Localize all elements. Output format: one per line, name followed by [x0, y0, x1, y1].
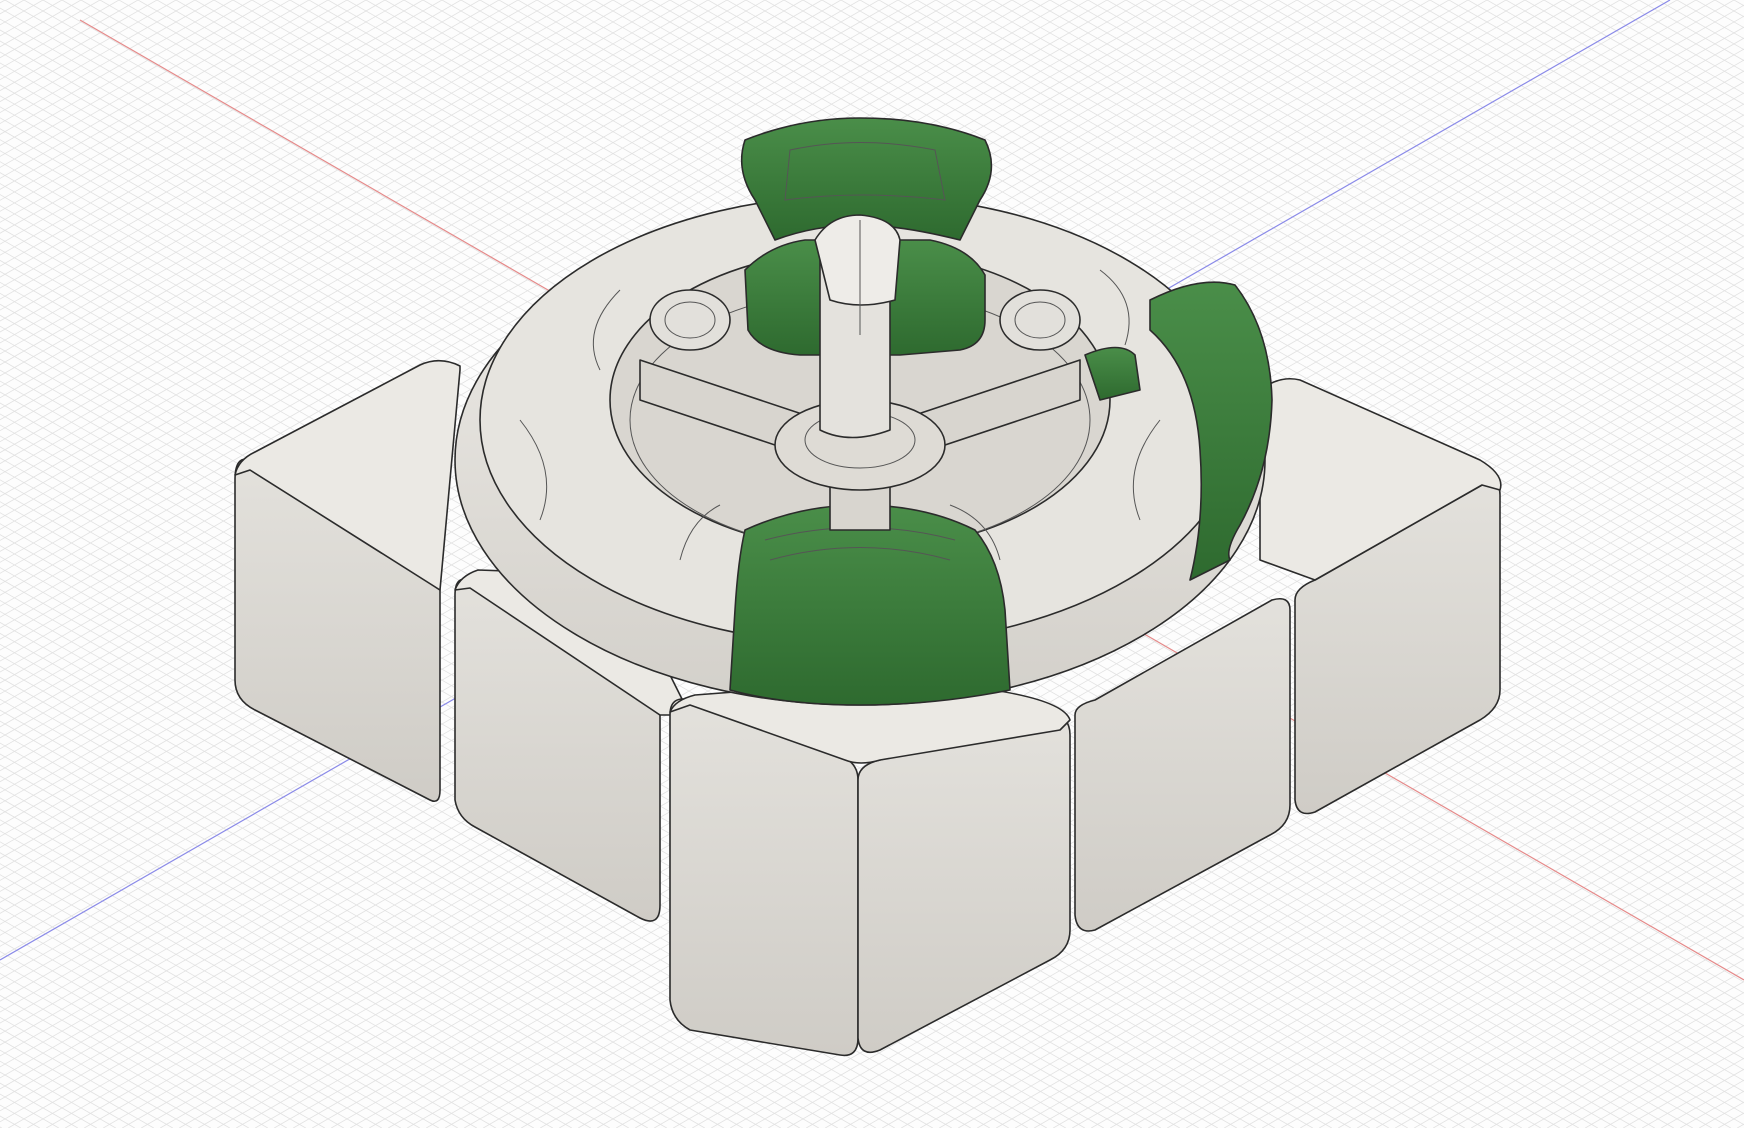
grid-line: [1676, 0, 1744, 40]
grid-line: [0, 1016, 192, 1128]
cad-3d-viewport[interactable]: [0, 0, 1744, 1128]
grid-line: [1638, 0, 1744, 62]
grid-line: [1737, 1123, 1744, 1128]
grid-line: [1680, 1090, 1744, 1128]
grid-line: [1528, 1002, 1744, 1128]
grid-line: [0, 1104, 40, 1128]
grid-line: [0, 0, 120, 70]
grid-line: [0, 983, 249, 1128]
grid-line: [1657, 0, 1744, 51]
grid-line: [0, 1082, 78, 1128]
grid-line: [0, 0, 272, 157]
grid-line: [1486, 0, 1744, 149]
grid-line: [0, 972, 268, 1128]
grid-line: [1714, 0, 1744, 18]
grid-line: [1547, 1013, 1744, 1128]
grid-line: [1661, 1079, 1744, 1128]
grid-line: [0, 0, 44, 26]
grid-line: [0, 1071, 97, 1128]
grid-line: [0, 1060, 116, 1128]
grid-line: [1509, 992, 1744, 1128]
grid-line: [0, 1049, 135, 1128]
grid-line: [1524, 0, 1744, 127]
green-piece-front[interactable]: [729, 504, 1011, 706]
grid-line: [1467, 0, 1744, 160]
grid-line: [0, 0, 158, 92]
grid-line: [1699, 1101, 1744, 1128]
grid-line: [1642, 1068, 1744, 1128]
grid-line: [1581, 0, 1744, 94]
model-canvas[interactable]: [0, 0, 1744, 1128]
center-post[interactable]: [814, 214, 901, 439]
grid-line: [1490, 981, 1744, 1128]
